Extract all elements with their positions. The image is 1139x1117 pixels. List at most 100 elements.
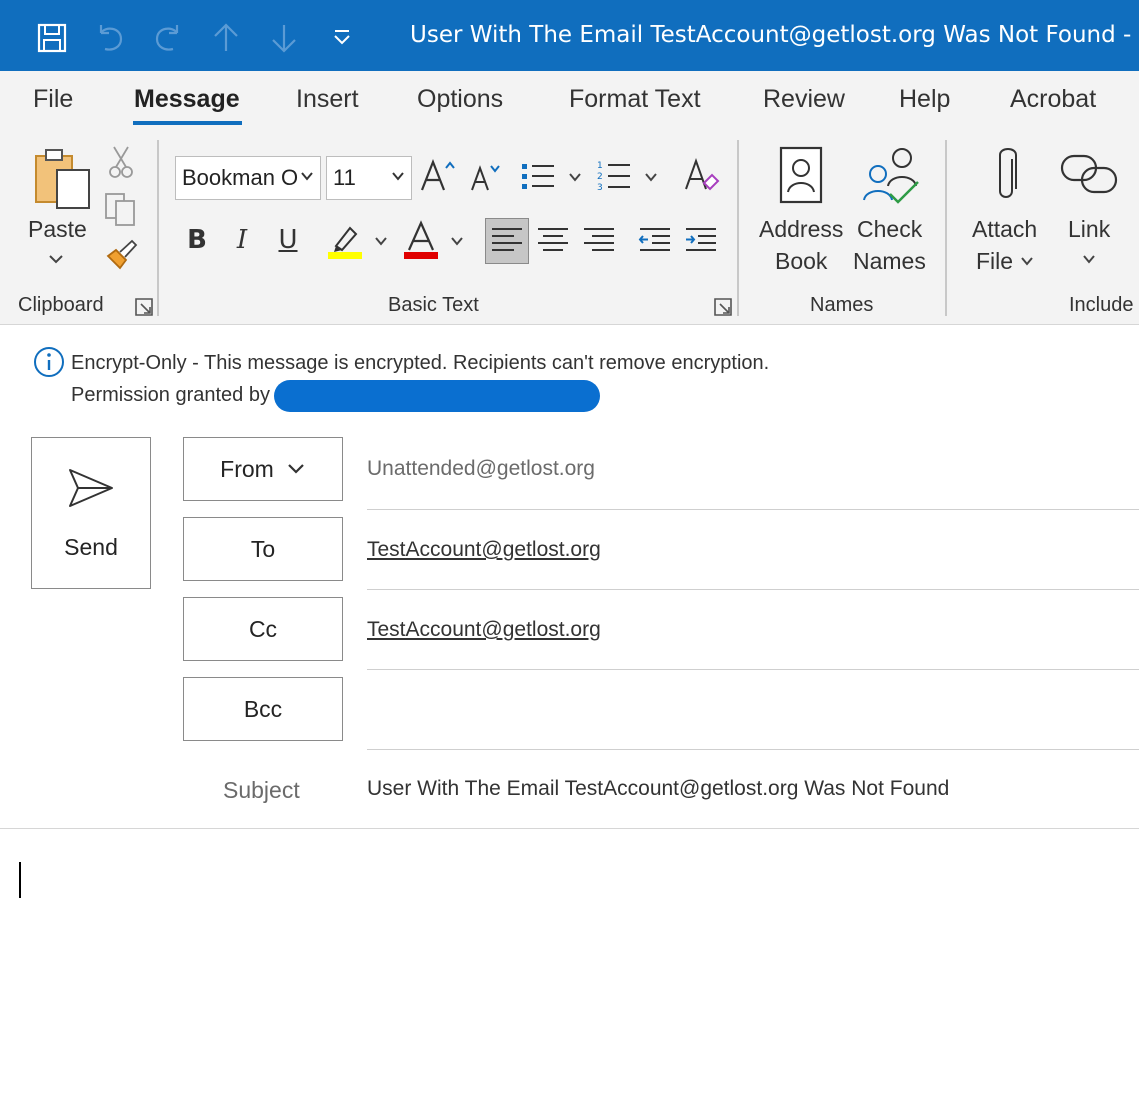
tab-insert[interactable]: Insert	[296, 85, 359, 114]
field-divider	[367, 669, 1139, 670]
include-group-label: Include	[1069, 294, 1134, 316]
tab-message[interactable]: Message	[134, 85, 240, 114]
info-icon	[34, 347, 64, 377]
chevron-down-icon[interactable]	[643, 170, 659, 184]
grow-font-icon[interactable]	[420, 158, 456, 192]
clipboard-launcher-icon[interactable]	[135, 298, 153, 316]
send-icon	[69, 469, 113, 507]
highlight-icon[interactable]	[326, 220, 364, 260]
cc-button[interactable]: Cc	[183, 597, 343, 661]
tab-acrobat[interactable]: Acrobat	[1010, 85, 1096, 114]
copy-icon[interactable]	[104, 192, 138, 226]
paste-label[interactable]: Paste	[28, 213, 87, 245]
down-arrow-icon[interactable]	[264, 18, 304, 58]
field-divider	[367, 749, 1139, 750]
chevron-down-icon	[288, 464, 304, 474]
underline-button[interactable]: U	[268, 220, 308, 260]
address-book-label-1[interactable]: Address	[759, 213, 843, 245]
address-book-label-2[interactable]: Book	[775, 245, 827, 277]
font-color-icon[interactable]	[403, 220, 439, 260]
basic-text-launcher-icon[interactable]	[714, 298, 732, 316]
link-icon[interactable]	[1060, 152, 1120, 196]
save-icon[interactable]	[32, 18, 72, 58]
tab-review[interactable]: Review	[763, 85, 845, 114]
active-tab-indicator	[133, 121, 242, 125]
bullets-icon[interactable]	[520, 160, 556, 192]
clipboard-group-label: Clipboard	[18, 294, 104, 316]
permission-notice: Permission granted by	[71, 384, 270, 406]
italic-button[interactable]: I	[222, 220, 262, 260]
tab-help[interactable]: Help	[899, 85, 950, 114]
window-title: User With The Email TestAccount@getlost.…	[410, 22, 1139, 48]
field-divider	[367, 589, 1139, 590]
chevron-down-icon[interactable]	[567, 170, 583, 184]
attach-file-icon[interactable]	[990, 145, 1022, 207]
encryption-notice: Encrypt-Only - This message is encrypted…	[71, 352, 770, 374]
to-field[interactable]: TestAccount@getlost.org	[367, 538, 601, 562]
cut-icon[interactable]	[106, 145, 136, 179]
svg-text:1: 1	[597, 161, 603, 171]
undo-icon[interactable]	[90, 18, 130, 58]
check-names-icon[interactable]	[860, 146, 922, 206]
font-size-value: 11	[333, 165, 356, 190]
bold-button[interactable]: B	[177, 220, 217, 260]
tab-format-text[interactable]: Format Text	[569, 85, 701, 114]
increase-indent-icon[interactable]	[684, 225, 718, 255]
align-center-icon[interactable]	[536, 225, 570, 255]
up-arrow-icon[interactable]	[206, 18, 246, 58]
ribbon-tabs: File Message Insert Options Format Text …	[0, 71, 1139, 135]
font-name-select[interactable]: Bookman O	[175, 156, 321, 200]
check-names-label-1[interactable]: Check	[857, 213, 922, 245]
from-label: From	[220, 455, 274, 482]
check-names-label-2[interactable]: Names	[853, 245, 926, 277]
group-separator	[945, 140, 947, 316]
chevron-down-icon	[301, 172, 313, 181]
bcc-button[interactable]: Bcc	[183, 677, 343, 741]
link-label[interactable]: Link	[1068, 213, 1110, 245]
basic-text-group-label: Basic Text	[388, 294, 479, 316]
customize-toolbar-icon[interactable]	[322, 18, 362, 58]
group-separator	[737, 140, 739, 316]
chevron-down-icon	[392, 172, 404, 181]
align-right-icon[interactable]	[582, 225, 616, 255]
attach-file-label-1[interactable]: Attach	[972, 213, 1037, 245]
chevron-down-icon[interactable]	[47, 252, 65, 266]
message-body[interactable]	[0, 829, 1139, 1117]
from-field[interactable]: Unattended@getlost.org	[367, 457, 595, 481]
tab-options[interactable]: Options	[417, 85, 503, 114]
to-button[interactable]: To	[183, 517, 343, 581]
format-painter-icon[interactable]	[104, 238, 138, 272]
cc-field[interactable]: TestAccount@getlost.org	[367, 618, 601, 642]
cc-label: Cc	[248, 615, 278, 642]
svg-text:2: 2	[597, 172, 603, 182]
chevron-down-icon[interactable]	[1081, 252, 1097, 266]
text-cursor	[19, 862, 21, 898]
attach-file-label-2[interactable]: File	[976, 245, 1013, 277]
numbering-icon[interactable]: 123	[596, 158, 632, 192]
align-left-icon	[492, 228, 522, 251]
group-separator	[157, 140, 159, 316]
clear-formatting-icon[interactable]	[684, 157, 720, 193]
redo-icon[interactable]	[148, 18, 188, 58]
from-button[interactable]: From	[183, 437, 343, 501]
svg-text:3: 3	[597, 183, 603, 192]
paste-icon[interactable]	[33, 148, 91, 210]
font-name-value: Bookman O	[182, 165, 299, 190]
tab-file[interactable]: File	[33, 85, 73, 114]
names-group-label: Names	[810, 294, 874, 316]
shrink-font-icon[interactable]	[470, 162, 502, 192]
title-bar: User With The Email TestAccount@getlost.…	[0, 0, 1139, 71]
address-book-icon[interactable]	[778, 146, 824, 206]
decrease-indent-icon[interactable]	[638, 225, 672, 255]
subject-field[interactable]: User With The Email TestAccount@getlost.…	[367, 777, 949, 801]
chevron-down-icon[interactable]	[449, 234, 465, 248]
font-size-select[interactable]: 11	[326, 156, 412, 200]
send-button[interactable]: Send	[31, 437, 151, 589]
chevron-down-icon[interactable]	[373, 234, 389, 248]
chevron-down-icon[interactable]	[1019, 254, 1035, 268]
to-label: To	[250, 535, 276, 562]
bcc-label: Bcc	[243, 695, 283, 722]
subject-label: Subject	[223, 777, 300, 803]
redaction-mark	[274, 380, 600, 412]
field-divider	[367, 509, 1139, 510]
